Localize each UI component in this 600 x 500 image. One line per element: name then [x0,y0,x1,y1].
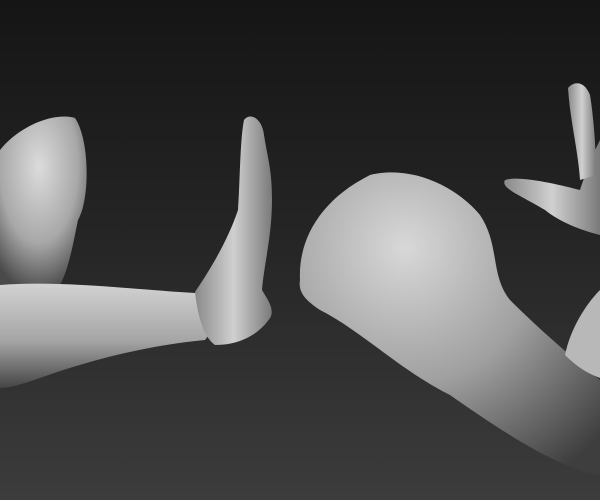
render-viewport [0,0,600,500]
